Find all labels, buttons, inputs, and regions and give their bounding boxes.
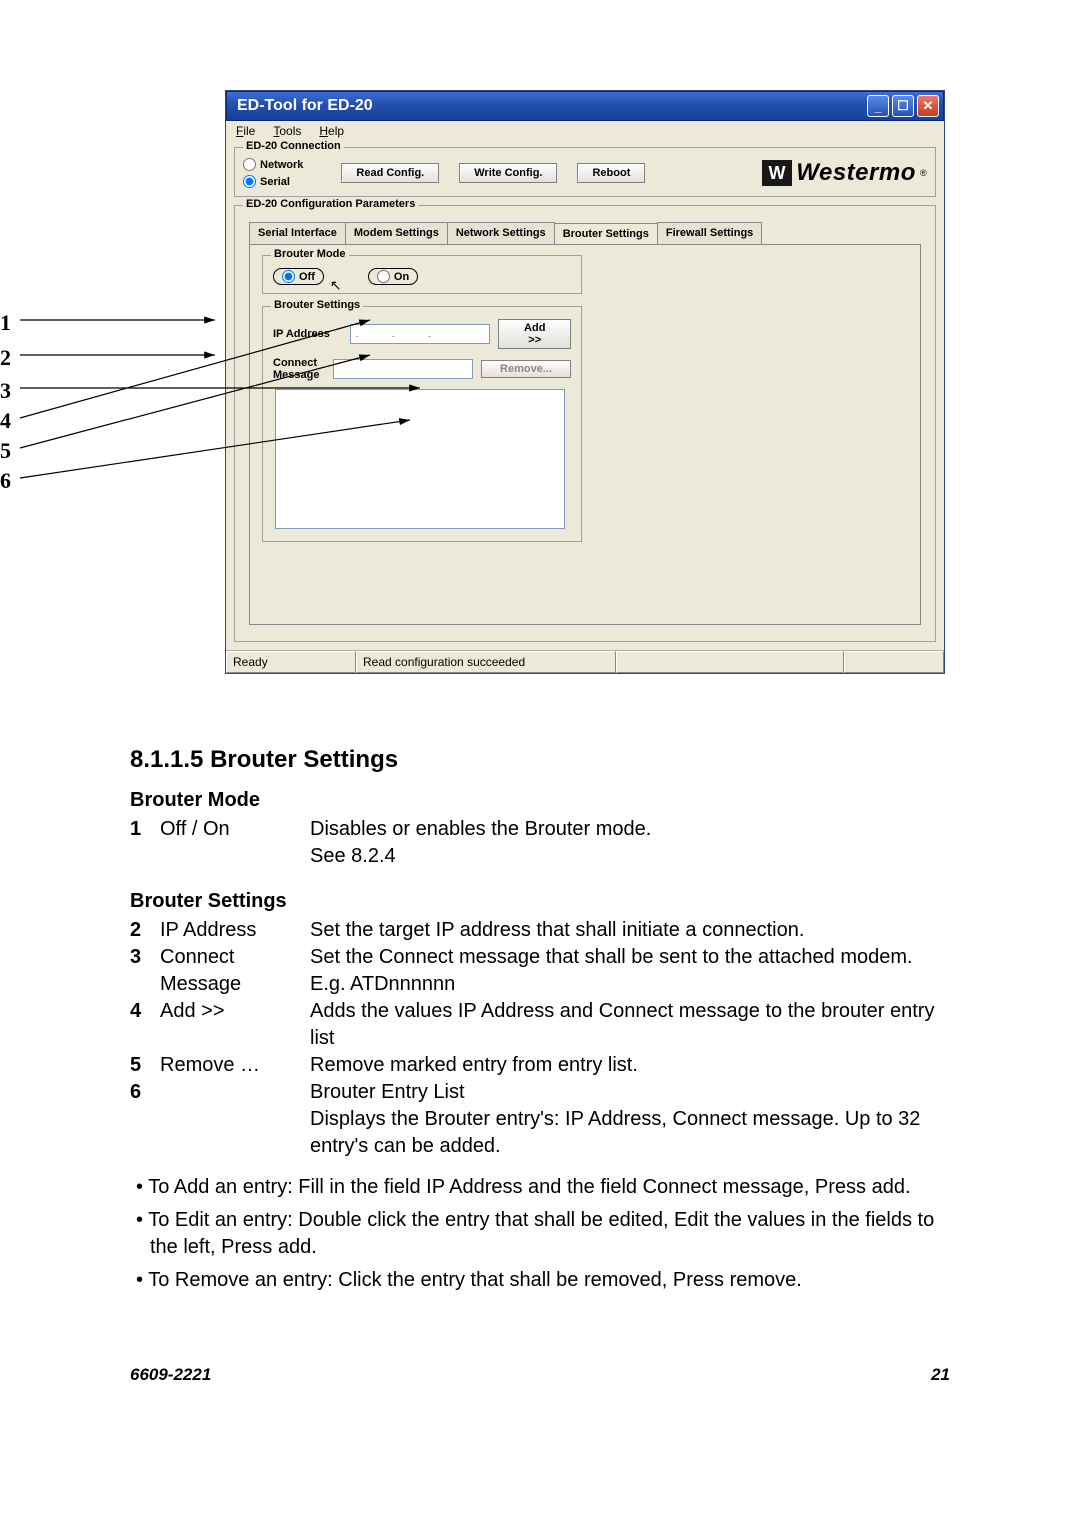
- status-message: Read configuration succeeded: [356, 651, 616, 673]
- bullet-3: To Remove an entry: Click the entry that…: [150, 1267, 950, 1294]
- read-config-button[interactable]: Read Config.: [341, 163, 439, 183]
- connect-message-label: Connect Message: [273, 357, 325, 381]
- radio-serial[interactable]: Serial: [243, 175, 303, 188]
- section-heading: 8.1.1.5 Brouter Settings: [130, 744, 950, 776]
- callout-2: 2: [0, 345, 11, 371]
- connection-group-title: ED-20 Connection: [243, 140, 344, 152]
- menu-bar: File Tools Help: [226, 121, 944, 141]
- config-tabs: Serial Interface Modem Settings Network …: [249, 222, 927, 244]
- remove-button[interactable]: Remove...: [481, 360, 571, 378]
- bullet-1: To Add an entry: Fill in the field IP Ad…: [150, 1174, 950, 1201]
- application-window: ED-Tool for ED-20 _ ☐ ✕ File Tools Help …: [225, 90, 945, 674]
- def-row-5: 5 Remove … Remove marked entry from entr…: [130, 1052, 950, 1079]
- def-row-6: 6 Brouter Entry List Displays the Broute…: [130, 1079, 950, 1160]
- menu-file[interactable]: File: [236, 124, 255, 138]
- brouter-settings-group: Brouter Settings IP Address Add >> Conne…: [262, 306, 582, 542]
- cursor-icon: ↖: [330, 277, 342, 294]
- brouter-mode-group: Brouter Mode Off ↖ On: [262, 255, 582, 294]
- reboot-button[interactable]: Reboot: [577, 163, 645, 183]
- callout-4: 4: [0, 408, 11, 434]
- window-title: ED-Tool for ED-20: [237, 97, 373, 115]
- status-spacer: [616, 651, 844, 673]
- radio-brouter-on[interactable]: On: [368, 268, 418, 285]
- callout-1: 1: [0, 310, 11, 336]
- brouter-settings-title: Brouter Settings: [271, 299, 363, 311]
- status-grip: [844, 651, 944, 673]
- tab-panel-brouter: Brouter Mode Off ↖ On Brouter Settings I…: [249, 244, 921, 625]
- config-group-title: ED-20 Configuration Parameters: [243, 198, 418, 210]
- footer-page-number: 21: [931, 1364, 950, 1387]
- brouter-entry-list[interactable]: [275, 389, 565, 529]
- def-row-1: 1 Off / On Disables or enables the Brout…: [130, 816, 950, 870]
- def-row-2: 2 IP Address Set the target IP address t…: [130, 917, 950, 944]
- page-footer: 6609-2221 21: [130, 1364, 950, 1387]
- maximize-button[interactable]: ☐: [892, 95, 914, 117]
- tab-network-settings[interactable]: Network Settings: [447, 222, 555, 244]
- tab-firewall-settings[interactable]: Firewall Settings: [657, 222, 762, 244]
- callout-6: 6: [0, 468, 11, 494]
- add-button[interactable]: Add >>: [498, 319, 571, 349]
- close-button[interactable]: ✕: [917, 95, 939, 117]
- menu-help[interactable]: Help: [319, 124, 344, 138]
- status-bar: Ready Read configuration succeeded: [226, 650, 944, 673]
- def-text-1: Disables or enables the Brouter mode. Se…: [310, 816, 950, 870]
- footer-doc-id: 6609-2221: [130, 1364, 211, 1387]
- radio-brouter-off[interactable]: Off: [273, 268, 324, 285]
- tab-modem-settings[interactable]: Modem Settings: [345, 222, 448, 244]
- ip-address-label: IP Address: [273, 328, 342, 340]
- mode-subheading: Brouter Mode: [130, 787, 950, 814]
- tab-brouter-settings[interactable]: Brouter Settings: [554, 223, 658, 245]
- tab-serial-interface[interactable]: Serial Interface: [249, 222, 346, 244]
- callout-5: 5: [0, 438, 11, 464]
- status-ready: Ready: [226, 651, 356, 673]
- document-body: 8.1.1.5 Brouter Settings Brouter Mode 1 …: [130, 744, 950, 1386]
- connection-group: ED-20 Connection Network Serial Read Con…: [234, 147, 936, 197]
- config-group: ED-20 Configuration Parameters Serial In…: [234, 205, 936, 642]
- def-row-3: 3 Connect Message Set the Connect messag…: [130, 944, 950, 998]
- radio-network[interactable]: Network: [243, 158, 303, 171]
- title-bar: ED-Tool for ED-20 _ ☐ ✕: [226, 91, 944, 121]
- connect-message-input[interactable]: [333, 359, 473, 379]
- brouter-mode-title: Brouter Mode: [271, 248, 349, 260]
- ip-address-input[interactable]: [350, 324, 490, 344]
- logo-w-icon: W: [762, 160, 792, 186]
- westermo-logo: W Westermo®: [762, 159, 927, 187]
- instruction-bullets: To Add an entry: Fill in the field IP Ad…: [130, 1174, 950, 1294]
- settings-subheading: Brouter Settings: [130, 888, 950, 915]
- callout-3: 3: [0, 378, 11, 404]
- bullet-2: To Edit an entry: Double click the entry…: [150, 1207, 950, 1261]
- write-config-button[interactable]: Write Config.: [459, 163, 557, 183]
- menu-tools[interactable]: Tools: [273, 124, 301, 138]
- def-row-4: 4 Add >> Adds the values IP Address and …: [130, 998, 950, 1052]
- minimize-button[interactable]: _: [867, 95, 889, 117]
